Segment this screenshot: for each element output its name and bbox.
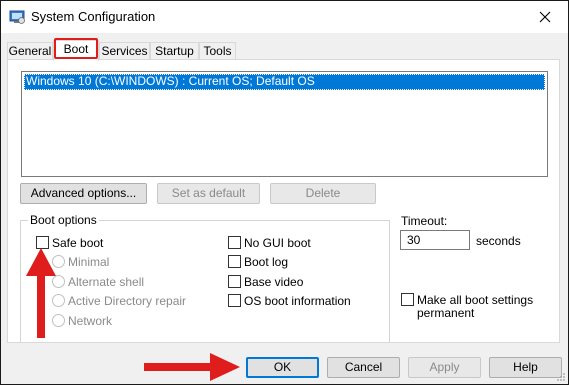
checkbox-box — [401, 293, 414, 306]
timeout-label: Timeout: — [401, 214, 448, 228]
make-permanent-checkbox[interactable]: Make all boot settings — [401, 293, 533, 307]
radio-circle — [52, 314, 65, 327]
network-label: Network — [68, 314, 113, 328]
cancel-button[interactable]: Cancel — [327, 357, 400, 378]
checkbox-box — [228, 236, 241, 249]
apply-button[interactable]: Apply — [408, 357, 481, 378]
tab-tools-label: Tools — [203, 44, 232, 58]
boot-log-label: Boot log — [244, 255, 289, 269]
no-gui-boot-label: No GUI boot — [244, 236, 311, 250]
active-directory-repair-radio[interactable]: Active Directory repair — [52, 294, 186, 308]
os-list-item[interactable]: Windows 10 (C:\WINDOWS) : Current OS; De… — [24, 74, 545, 90]
close-button[interactable] — [522, 1, 568, 33]
base-video-checkbox[interactable]: Base video — [228, 275, 303, 289]
checkbox-box — [228, 294, 241, 307]
make-permanent-label-line2: permanent — [417, 306, 475, 320]
tab-general[interactable]: General — [7, 42, 53, 60]
timeout-input[interactable]: 30 — [400, 230, 470, 250]
window-title: System Configuration — [31, 9, 156, 24]
active-directory-repair-label: Active Directory repair — [68, 294, 187, 308]
title-bar: System Configuration — [1, 1, 568, 33]
os-list[interactable]: Windows 10 (C:\WINDOWS) : Current OS; De… — [21, 71, 548, 177]
tab-startup-label: Startup — [155, 44, 194, 58]
base-video-label: Base video — [244, 275, 304, 289]
tab-services-label: Services — [101, 44, 148, 58]
tab-services[interactable]: Services — [99, 42, 150, 60]
radio-circle — [52, 255, 65, 268]
network-radio[interactable]: Network — [52, 314, 112, 328]
boot-tab-highlight-annotation — [54, 38, 98, 59]
checkbox-box — [228, 275, 241, 288]
close-icon — [539, 11, 551, 23]
boot-options-label: Boot options — [28, 213, 99, 227]
set-as-default-button[interactable]: Set as default — [157, 183, 260, 204]
resize-grip-icon[interactable] — [556, 372, 566, 382]
help-button[interactable]: Help — [489, 357, 562, 378]
ok-button[interactable]: OK — [246, 357, 319, 378]
checkbox-box — [228, 255, 241, 268]
system-configuration-window: System Configuration General Boot Servic… — [0, 0, 569, 385]
safe-boot-label: Safe boot — [52, 236, 104, 250]
tab-tools[interactable]: Tools — [199, 42, 236, 60]
alternate-shell-radio[interactable]: Alternate shell — [52, 275, 144, 289]
minimal-label: Minimal — [68, 255, 110, 269]
alternate-shell-label: Alternate shell — [68, 275, 145, 289]
os-boot-information-checkbox[interactable]: OS boot information — [228, 294, 351, 308]
os-boot-information-label: OS boot information — [244, 294, 351, 308]
delete-button[interactable]: Delete — [270, 183, 376, 204]
radio-circle — [52, 294, 65, 307]
minimal-radio[interactable]: Minimal — [52, 255, 109, 269]
safe-boot-checkbox[interactable]: Safe boot — [36, 236, 103, 250]
radio-circle — [52, 275, 65, 288]
tab-general-label: General — [8, 44, 52, 58]
timeout-unit-label: seconds — [476, 234, 521, 248]
msconfig-app-icon — [9, 10, 25, 24]
boot-log-checkbox[interactable]: Boot log — [228, 255, 288, 269]
no-gui-boot-checkbox[interactable]: No GUI boot — [228, 236, 311, 250]
make-permanent-label: Make all boot settings — [417, 293, 534, 307]
tab-startup[interactable]: Startup — [150, 42, 199, 60]
advanced-options-button[interactable]: Advanced options... — [20, 183, 147, 204]
checkbox-box — [36, 236, 49, 249]
